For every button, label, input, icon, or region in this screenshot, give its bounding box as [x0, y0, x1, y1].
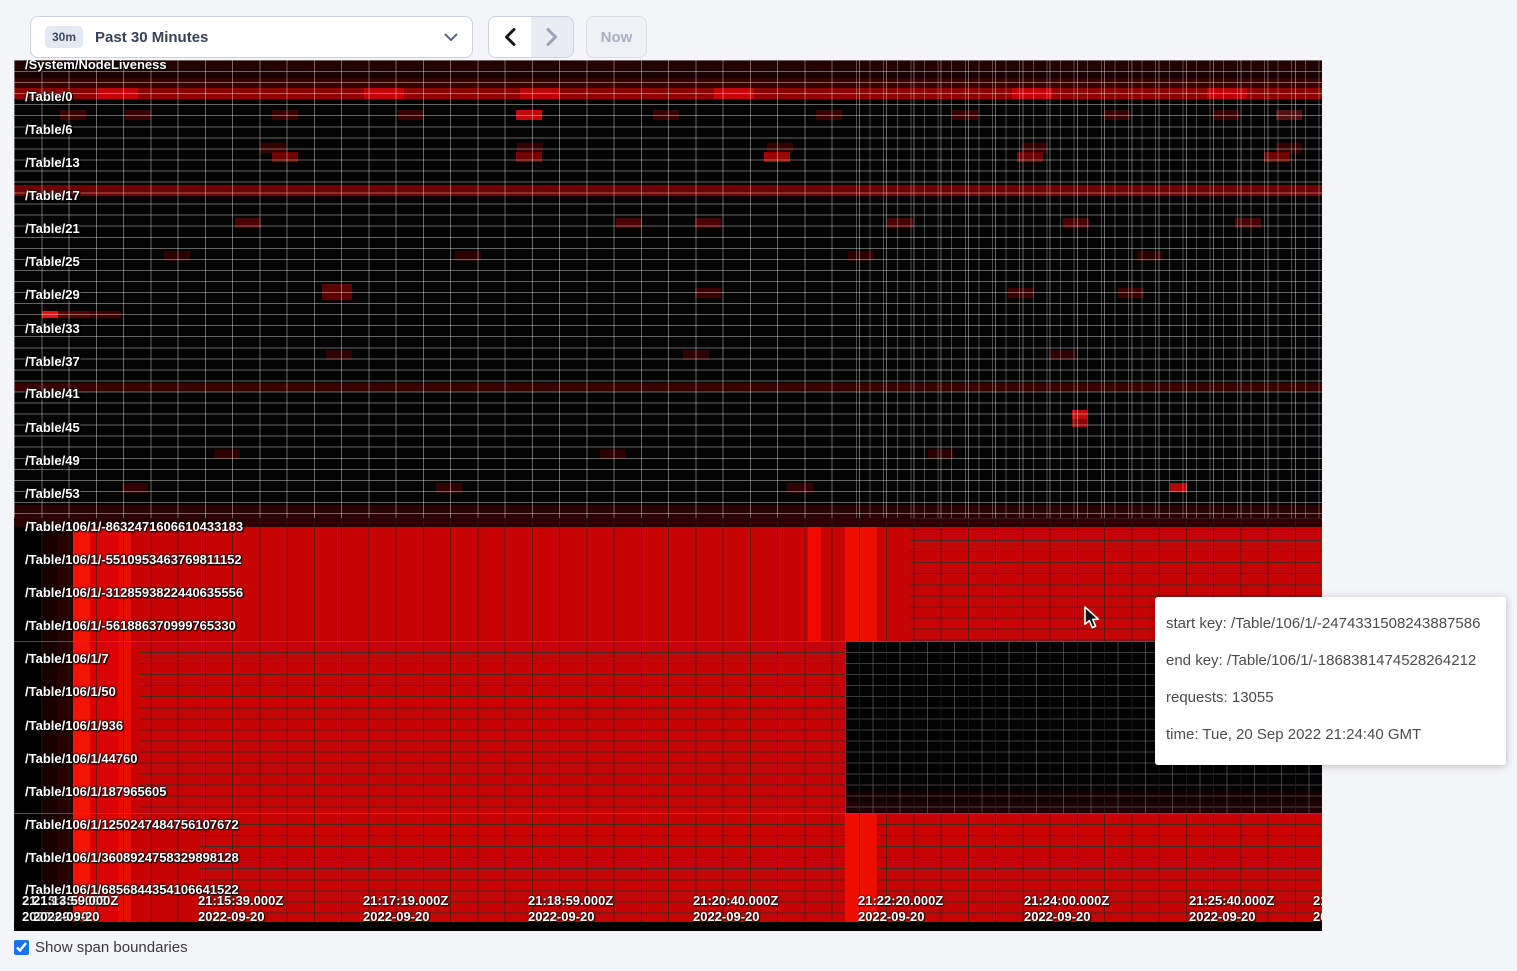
chevron-left-icon: [504, 28, 516, 46]
heatmap-cell: [58, 311, 90, 318]
heatmap-cell: [887, 218, 913, 228]
heatmap-cell: [1050, 350, 1076, 360]
heatmap-cell: [1235, 218, 1261, 228]
heatmap-block: [14, 518, 1322, 527]
heatmap-block: [845, 527, 877, 641]
heatmap-cell: [398, 110, 424, 120]
heatmap-cell: [683, 350, 709, 360]
heatmap-cell: [764, 152, 790, 162]
heatmap-cell: [848, 251, 874, 261]
heatmap-cell: [1012, 88, 1052, 99]
heatmap-stripe: [14, 505, 1322, 518]
time-forward-button[interactable]: [531, 17, 573, 57]
heatmap-cell: [125, 110, 151, 120]
show-span-boundaries-row[interactable]: Show span boundaries: [14, 939, 188, 956]
time-shift-button-group: [488, 16, 574, 58]
heatmap-cell: [616, 218, 642, 228]
heatmap-cell: [42, 311, 58, 318]
heatmap-cell: [600, 449, 626, 459]
heatmap-cell: [235, 218, 261, 228]
time-range-badge: 30m: [45, 26, 83, 48]
heatmap-stripe: [14, 88, 1322, 99]
heatmap-cell: [326, 350, 352, 360]
time-range-select[interactable]: 30m Past 30 Minutes: [30, 16, 473, 58]
heatmap-cell: [455, 251, 481, 261]
heatmap-block: [808, 527, 821, 641]
heatmap-fine-grid: [140, 641, 845, 813]
chevron-down-icon: [444, 33, 458, 42]
heatmap-cell: [952, 110, 978, 120]
heatmap-cell: [1170, 483, 1187, 492]
heatmap-block: [845, 802, 1322, 813]
tooltip-end-key: end key: /Table/106/1/-18683814745282642…: [1166, 642, 1506, 679]
heatmap-stripe: [14, 60, 1322, 69]
heatmap-cell: [1118, 288, 1144, 298]
heatmap-column: [90, 518, 118, 922]
heatmap-cell: [520, 88, 560, 99]
heatmap-cell: [1207, 88, 1247, 99]
heatmap-stripe: [14, 78, 1322, 88]
heatmap-column: [41, 518, 57, 922]
heatmap-block: [845, 791, 1322, 802]
key-visualizer-page: { "toolbar": { "time_badge": "30m", "tim…: [0, 0, 1517, 971]
heatmap-column: [118, 518, 131, 922]
heatmap-cell: [1063, 218, 1089, 228]
heatmap-cell: [322, 284, 352, 300]
key-visualizer-heatmap[interactable]: /System/NodeLiveness/Table/0/Table/6/Tab…: [14, 60, 1322, 931]
heatmap-cell: [436, 483, 462, 493]
heatmap-cell: [1072, 419, 1087, 427]
heatmap-cell: [787, 483, 813, 493]
heatmap-stripe: [14, 383, 1322, 392]
time-back-button[interactable]: [489, 17, 531, 57]
heatmap-cell: [98, 88, 138, 99]
time-range-label: Past 30 Minutes: [95, 29, 208, 46]
heatmap-boundary-line: [14, 813, 1322, 814]
heatmap-column: [73, 518, 90, 922]
heatmap-fine-grid: [200, 813, 845, 922]
heatmap-cell: [1104, 110, 1130, 120]
heatmap-cell: [516, 110, 542, 120]
heatmap-cell: [1008, 288, 1034, 298]
hover-tooltip: start key: /Table/106/1/-247433150824388…: [1155, 597, 1506, 765]
heatmap-cell: [364, 88, 404, 99]
heatmap-cell: [164, 251, 190, 261]
heatmap-cell: [928, 449, 954, 459]
tooltip-time: time: Tue, 20 Sep 2022 21:24:40 GMT: [1166, 716, 1506, 753]
heatmap-bottom-edge: [14, 922, 1322, 931]
heatmap-column: [57, 518, 73, 922]
heatmap-bottom-region[interactable]: [14, 518, 1322, 922]
heatmap-fine-grid: [877, 813, 1322, 922]
heatmap-block: [845, 813, 877, 922]
tooltip-start-key: start key: /Table/106/1/-247433150824388…: [1166, 605, 1506, 642]
chevron-right-icon: [546, 28, 558, 46]
heatmap-cell: [653, 110, 679, 120]
heatmap-cell: [272, 110, 298, 120]
heatmap-cell: [90, 311, 121, 318]
heatmap-cell: [714, 88, 754, 99]
heatmap-stripe: [14, 185, 1322, 196]
heatmap-top-region[interactable]: [14, 60, 1322, 518]
heatmap-cell: [1264, 152, 1290, 162]
heatmap-cell: [1276, 110, 1302, 120]
heatmap-fine-grid: [856, 60, 1322, 518]
heatmap-column: [14, 518, 41, 922]
heatmap-cell: [1017, 152, 1043, 162]
heatmap-cell: [272, 152, 298, 162]
heatmap-cell: [695, 218, 721, 228]
show-span-boundaries-label: Show span boundaries: [35, 939, 188, 956]
heatmap-cell: [816, 110, 842, 120]
tooltip-requests: requests: 13055: [1166, 679, 1506, 716]
show-span-boundaries-checkbox[interactable]: [14, 940, 29, 955]
heatmap-cell: [122, 483, 148, 493]
heatmap-cell: [516, 152, 542, 162]
heatmap-cell: [1213, 110, 1239, 120]
heatmap-cell: [695, 288, 721, 298]
heatmap-stripe: [14, 69, 1322, 78]
now-button[interactable]: Now: [586, 16, 647, 58]
heatmap-cell: [60, 110, 86, 120]
heatmap-cell: [1137, 251, 1163, 261]
heatmap-cell: [1072, 410, 1087, 419]
heatmap-cell: [214, 449, 240, 459]
